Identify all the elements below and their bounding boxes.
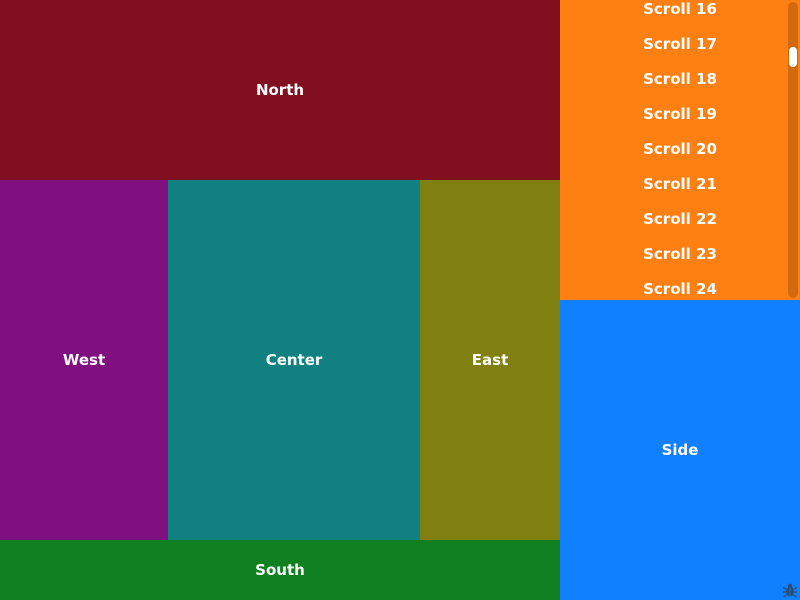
side-label: Side [661, 441, 699, 459]
north-region: North [0, 0, 560, 180]
bug-icon[interactable] [782, 582, 798, 598]
scroll-item[interactable]: Scroll 24 [560, 271, 800, 300]
east-region: East [420, 180, 560, 540]
scrollbar-thumb[interactable] [789, 47, 797, 67]
scroll-item[interactable]: Scroll 17 [560, 26, 800, 61]
scroll-item[interactable]: Scroll 23 [560, 236, 800, 271]
center-label: Center [265, 351, 323, 369]
layout-root: North West Center East South Scroll 16 Sc… [0, 0, 800, 600]
scrollbar-track[interactable] [788, 2, 798, 298]
scroll-item[interactable]: Scroll 16 [560, 0, 800, 26]
north-label: North [255, 81, 305, 99]
scroll-item[interactable]: Scroll 20 [560, 131, 800, 166]
scroll-item[interactable]: Scroll 22 [560, 201, 800, 236]
south-region: South [0, 540, 560, 600]
scroll-panel[interactable]: Scroll 16 Scroll 17 Scroll 18 Scroll 19 Scro… [560, 0, 800, 300]
side-region: Side [560, 300, 800, 600]
center-region: Center [168, 180, 420, 540]
scroll-list[interactable]: Scroll 16 Scroll 17 Scroll 18 Scroll 19 Scro… [560, 0, 800, 300]
south-label: South [255, 561, 305, 579]
west-label: West [62, 351, 106, 369]
scroll-item[interactable]: Scroll 18 [560, 61, 800, 96]
scroll-item[interactable]: Scroll 21 [560, 166, 800, 201]
west-region: West [0, 180, 168, 540]
east-label: East [471, 351, 509, 369]
scroll-item[interactable]: Scroll 19 [560, 96, 800, 131]
